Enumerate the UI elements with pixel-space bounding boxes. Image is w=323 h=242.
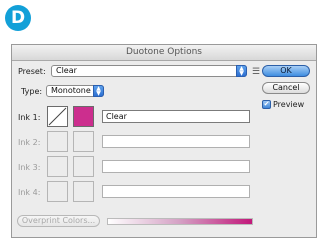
ink2-label: Ink 2: — [18, 138, 41, 147]
ink1-label: Ink 1: — [18, 113, 41, 122]
type-select[interactable]: Monotone ▲ ▼ — [46, 85, 104, 97]
ink2-curve-box — [47, 131, 68, 152]
ink1-color-swatch[interactable] — [73, 106, 94, 127]
preview-label: Preview — [273, 100, 305, 109]
select-arrows-icon: ▲ ▼ — [236, 65, 247, 77]
ink3-label: Ink 3: — [18, 163, 41, 172]
ink1-name-field[interactable]: Clear — [102, 110, 250, 123]
ink2-color-swatch — [73, 131, 94, 152]
ink4-color-swatch — [73, 181, 94, 202]
preset-value: Clear — [56, 66, 77, 75]
ink4-label: Ink 4: — [18, 188, 41, 197]
ink1-curve-box[interactable] — [47, 106, 68, 127]
ink3-curve-box — [47, 156, 68, 177]
preset-select[interactable]: Clear ▲ ▼ — [51, 65, 247, 77]
select-arrows-icon: ▲ ▼ — [93, 85, 104, 97]
ink4-name-field — [102, 185, 250, 198]
ink3-color-swatch — [73, 156, 94, 177]
curve-icon — [48, 107, 67, 126]
ink3-name-field — [102, 160, 250, 173]
preview-checkbox[interactable]: ✔ — [262, 100, 271, 109]
ok-button[interactable]: OK — [262, 65, 310, 77]
duotone-gradient-bar — [107, 218, 253, 225]
step-badge: D — [5, 5, 31, 31]
type-value: Monotone — [51, 86, 91, 95]
preset-label: Preset: — [18, 67, 46, 76]
duotone-options-dialog: Duotone Options Preset: Clear ▲ ▼ ☰ OK Ca… — [11, 44, 317, 238]
ink4-curve-box — [47, 181, 68, 202]
dialog-title: Duotone Options — [12, 45, 316, 61]
preset-menu-icon[interactable]: ☰ — [250, 65, 262, 77]
overprint-colors-button: Overprint Colors... — [17, 215, 100, 227]
ink2-name-field — [102, 135, 250, 148]
type-label: Type: — [21, 87, 43, 96]
cancel-button[interactable]: Cancel — [262, 82, 310, 94]
